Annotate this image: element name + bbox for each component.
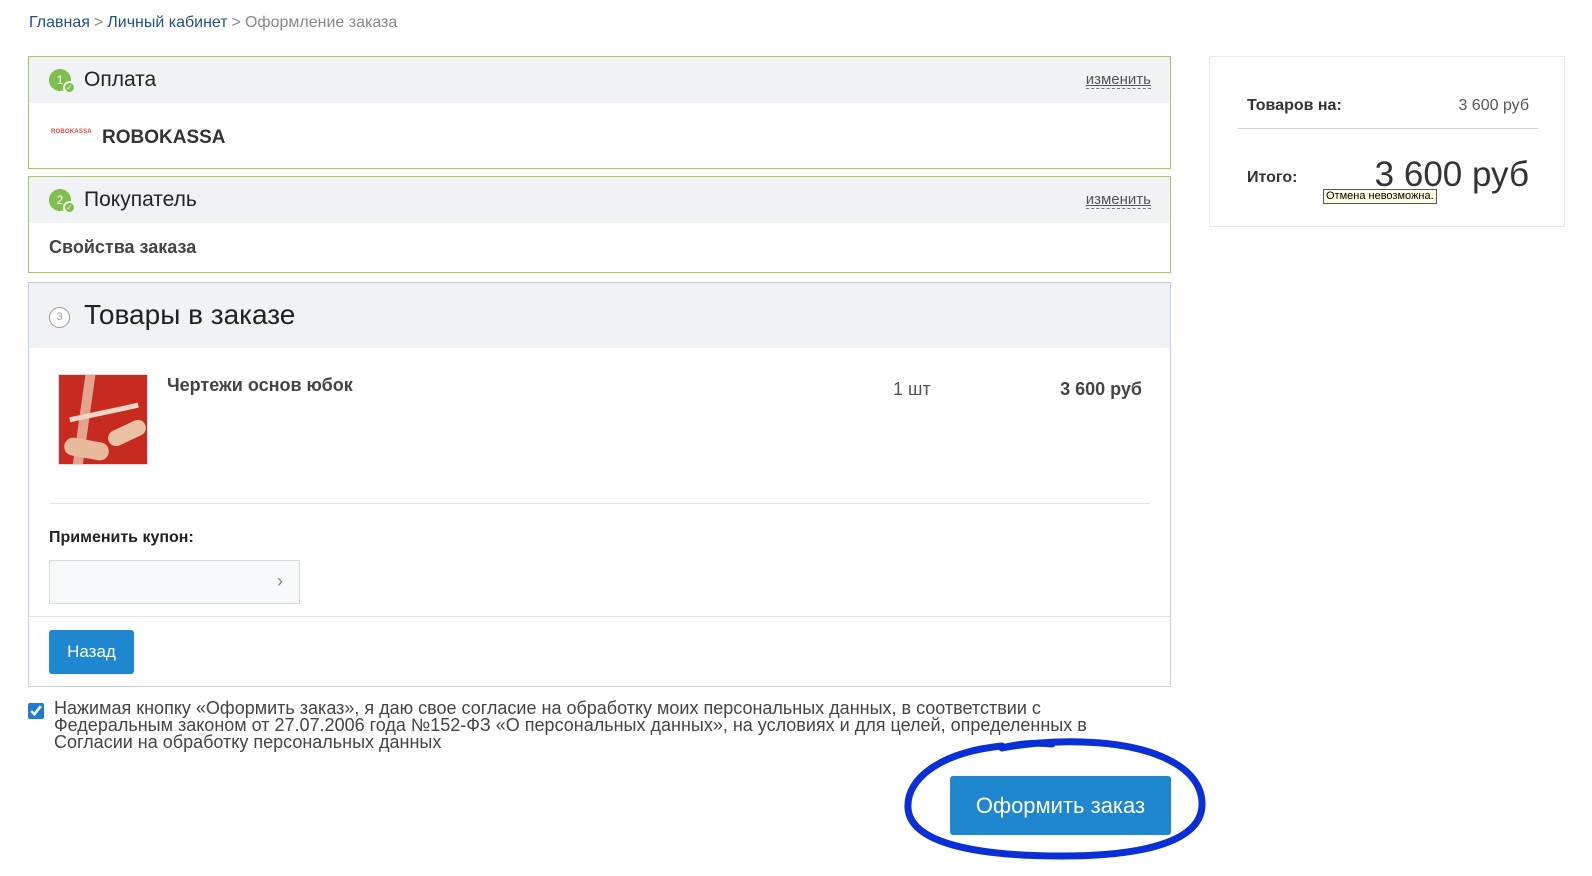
robokassa-logo: ROBOKASSA — [51, 129, 92, 135]
goods-total-label: Товаров на: — [1247, 97, 1342, 114]
payment-method-name: ROBOKASSA — [102, 127, 226, 148]
breadcrumb-account-link[interactable]: Личный кабинет — [107, 14, 227, 31]
chevron-right-icon[interactable]: › — [277, 571, 283, 592]
breadcrumb-current: Оформление заказа — [244, 14, 398, 31]
step-done-icon: 2 ✓ — [49, 189, 76, 214]
goods-section: 3 Товары в заказе Чертежи основ юбок 1 ш… — [28, 282, 1171, 687]
buyer-section: 2 ✓ Покупатель изменить Свойства заказа — [28, 176, 1171, 273]
breadcrumb-home-link[interactable]: Главная — [29, 14, 90, 31]
buyer-section-header: 2 ✓ Покупатель изменить — [29, 177, 1170, 223]
coupon-input[interactable] — [49, 560, 300, 604]
breadcrumb: Главная > Личный кабинет > Оформление заказа — [29, 14, 397, 32]
goods-total-value: 3 600 руб — [1458, 97, 1529, 114]
tooltip: Отмена невозможна. — [1323, 189, 1437, 204]
payment-change-link[interactable]: изменить — [1085, 71, 1151, 89]
check-icon: ✓ — [63, 81, 76, 94]
consent-checkbox[interactable] — [28, 703, 44, 719]
buyer-section-title: Покупатель — [84, 188, 197, 211]
buyer-change-link[interactable]: изменить — [1085, 191, 1151, 209]
divider — [49, 503, 1150, 504]
order-properties-label: Свойства заказа — [49, 237, 197, 257]
coupon-label: Применить купон: — [49, 529, 194, 546]
payment-section-header: 1 ✓ Оплата изменить — [29, 57, 1170, 103]
breadcrumb-separator: > — [231, 14, 241, 31]
grand-total-label: Итого: — [1247, 169, 1298, 186]
step-done-icon: 1 ✓ — [49, 69, 76, 94]
goods-section-header: 3 Товары в заказе — [29, 283, 1170, 348]
goods-section-title: Товары в заказе — [84, 299, 296, 330]
payment-section: 1 ✓ Оплата изменить ROBOKASSA ROBOKASSA — [28, 56, 1171, 169]
step-number-icon: 3 — [49, 307, 70, 328]
back-button[interactable]: Назад — [49, 630, 134, 674]
product-image[interactable] — [58, 374, 148, 465]
consent-text: Нажимая кнопку «Оформить заказ», я даю с… — [54, 698, 1087, 752]
product-name-link[interactable]: Чертежи основ юбок — [167, 375, 353, 396]
product-quantity: 1 шт — [893, 379, 931, 399]
divider — [1237, 128, 1539, 129]
place-order-button[interactable]: Оформить заказ — [950, 776, 1171, 835]
breadcrumb-separator: > — [93, 14, 104, 31]
divider — [29, 616, 1170, 617]
product-price: 3 600 руб — [1060, 379, 1142, 399]
payment-section-title: Оплата — [84, 68, 157, 91]
check-icon: ✓ — [63, 201, 76, 214]
